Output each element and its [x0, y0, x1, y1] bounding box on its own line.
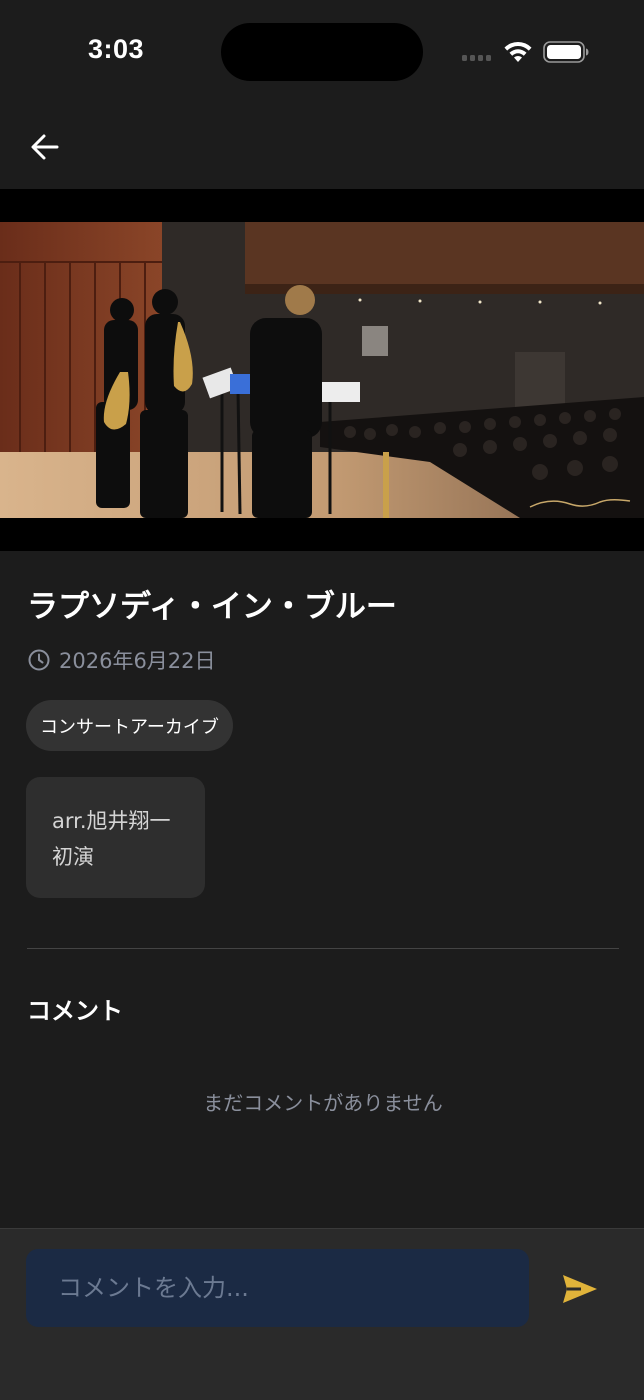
comment-composer: [0, 1228, 644, 1400]
wifi-icon: [504, 41, 532, 62]
post-date: 2026年6月22日: [59, 649, 216, 673]
send-icon: [563, 1275, 597, 1303]
back-button[interactable]: [22, 124, 68, 170]
note-card: arr.旭井翔一 初演: [26, 777, 205, 898]
arrow-left-icon: [31, 134, 59, 160]
app-screen: 3:03 ラプソディ・イン・ブルー 2026年6月22日 コンサートアーカイブ …: [0, 0, 644, 1400]
dynamic-island: [221, 23, 423, 81]
comments-heading: コメント: [27, 997, 123, 1025]
send-button[interactable]: [556, 1267, 604, 1311]
category-tag[interactable]: コンサートアーカイブ: [26, 700, 233, 751]
date-row: 2026年6月22日: [27, 647, 216, 673]
cellular-signal-icon: [462, 55, 494, 63]
navigation-bar: [0, 110, 644, 180]
divider: [27, 948, 619, 949]
note-line-arranger: arr.旭井翔一: [52, 809, 171, 833]
empty-comments-message: まだコメントがありません: [203, 1091, 443, 1115]
comment-input[interactable]: [26, 1249, 529, 1327]
post-title: ラプソディ・イン・ブルー: [27, 589, 397, 625]
concert-photo: [0, 222, 644, 518]
status-bar: 3:03: [0, 0, 644, 100]
note-line-premiere: 初演: [52, 845, 94, 869]
video-thumbnail[interactable]: [0, 222, 644, 518]
battery-icon: [543, 41, 589, 63]
status-time: 3:03: [88, 34, 145, 64]
video-player[interactable]: [0, 189, 644, 551]
clock-icon: [28, 649, 50, 671]
